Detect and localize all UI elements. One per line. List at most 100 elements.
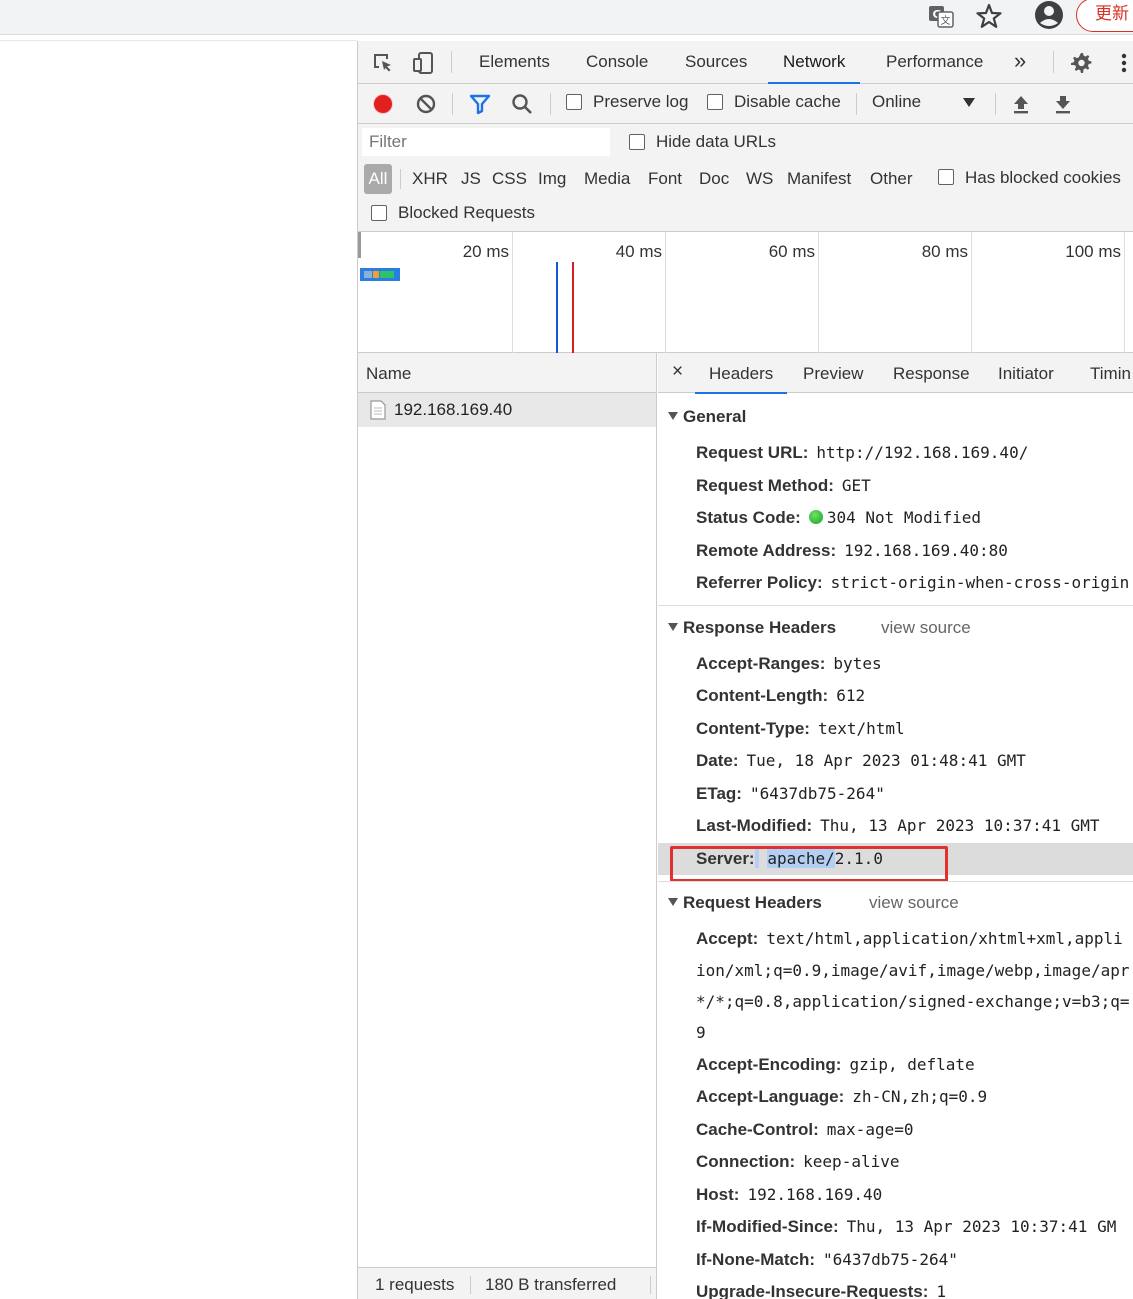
tick-label: 40 ms: [615, 242, 662, 261]
timeline-overview[interactable]: 20 ms 40 ms 60 ms 80 ms 100 ms: [358, 232, 1133, 353]
preserve-log-label: Preserve log: [593, 92, 689, 111]
tab-performance[interactable]: Performance: [886, 41, 983, 83]
header-row: Request Method: GET: [696, 476, 871, 495]
request-headers-section-toggle[interactable]: Request Headers: [668, 893, 822, 913]
toolbar-divider: [451, 51, 452, 73]
header-row: Content-Length: 612: [696, 686, 866, 705]
tab-preview[interactable]: Preview: [803, 353, 863, 393]
toolbar-divider: [550, 93, 551, 115]
tick-label: 80 ms: [921, 242, 968, 261]
toolbar-divider: [995, 93, 996, 115]
document-icon: [370, 400, 386, 420]
network-toolbar: Preserve log Disable cache Online: [358, 84, 1133, 124]
chevron-down-icon[interactable]: [963, 98, 975, 108]
inspect-element-icon[interactable]: [371, 51, 395, 75]
header-row: Upgrade-Insecure-Requests: 1: [696, 1282, 947, 1299]
tick-line: [512, 232, 513, 353]
general-section-toggle[interactable]: General: [668, 407, 746, 427]
import-har-icon[interactable]: [1011, 93, 1031, 115]
header-row: ETag: "6437db75-264": [696, 784, 885, 803]
view-source-link[interactable]: view source: [869, 893, 959, 913]
type-filter-ws[interactable]: WS: [746, 164, 773, 194]
close-details-button[interactable]: ×: [672, 353, 683, 393]
has-blocked-cookies-checkbox[interactable]: [938, 169, 954, 185]
throttling-select[interactable]: Online: [872, 92, 921, 112]
header-row: Request URL: http://192.168.169.40/: [696, 443, 1029, 462]
type-filter-font[interactable]: Font: [648, 164, 682, 194]
update-button[interactable]: 更新: [1076, 0, 1133, 32]
overview-handle[interactable]: [358, 232, 361, 258]
header-row: Accept-Encoding: gzip, deflate: [696, 1055, 975, 1074]
device-toolbar-icon[interactable]: [412, 51, 436, 75]
browser-toolbar: G 文 更新: [0, 0, 1133, 35]
search-icon[interactable]: [511, 93, 533, 115]
header-row: Referrer Policy: strict-origin-when-cross…: [696, 573, 1130, 592]
filter-bar: Hide data URLs All XHR JS CSS Img Media …: [358, 124, 1133, 232]
more-tabs-button[interactable]: »: [1014, 41, 1026, 82]
header-row: Cache-Control: max-age=0: [696, 1120, 914, 1139]
toolbar-divider: [400, 169, 401, 189]
request-name: 192.168.169.40: [394, 400, 513, 419]
request-count: 1 requests: [375, 1275, 455, 1294]
header-row: Last-Modified: Thu, 13 Apr 2023 10:37:41 …: [696, 816, 1100, 835]
blocked-requests-label: Blocked Requests: [398, 203, 536, 222]
type-filter-doc[interactable]: Doc: [699, 164, 729, 194]
type-filter-all[interactable]: All: [364, 164, 392, 194]
type-filter-other[interactable]: Other: [870, 164, 913, 194]
header-row: If-Modified-Since: Thu, 13 Apr 2023 10:37…: [696, 1217, 1117, 1236]
tab-timing[interactable]: Timin: [1090, 353, 1131, 393]
header-row: Connection: keep-alive: [696, 1152, 900, 1171]
summary-bar: 1 requests 180 B transferred: [358, 1267, 656, 1299]
filter-input[interactable]: [362, 128, 610, 156]
blocked-requests-checkbox[interactable]: [371, 205, 387, 221]
tab-elements[interactable]: Elements: [479, 41, 550, 83]
name-column-header[interactable]: Name: [358, 353, 656, 393]
star-icon[interactable]: [976, 3, 1002, 29]
tab-console[interactable]: Console: [586, 41, 648, 83]
tab-network[interactable]: Network: [767, 41, 861, 84]
translate-icon[interactable]: G 文: [928, 4, 954, 28]
page-divider: [0, 40, 357, 41]
section-divider: [658, 881, 1133, 882]
preserve-log-checkbox[interactable]: [566, 94, 582, 110]
tab-initiator[interactable]: Initiator: [998, 353, 1054, 393]
tab-headers[interactable]: Headers: [694, 353, 788, 394]
type-filter-js[interactable]: JS: [461, 164, 481, 194]
disable-cache-checkbox[interactable]: [707, 94, 723, 110]
hide-data-urls-checkbox[interactable]: [629, 134, 645, 150]
devtools-panel: Elements Console Sources Network Perform…: [357, 41, 1133, 1299]
tick-label: 100 ms: [1065, 242, 1121, 261]
header-value-continuation: ion/xml;q=0.9,image/avif,image/webp,imag…: [696, 961, 1130, 980]
type-filter-xhr[interactable]: XHR: [412, 164, 448, 194]
toolbar-divider: [452, 93, 453, 115]
tick-line: [665, 232, 666, 353]
header-row: Accept-Language: zh-CN,zh;q=0.9: [696, 1087, 988, 1106]
filter-icon[interactable]: [469, 93, 491, 115]
type-filter-manifest[interactable]: Manifest: [787, 164, 851, 194]
type-filter-css[interactable]: CSS: [492, 164, 527, 194]
response-headers-section-toggle[interactable]: Response Headers: [668, 618, 836, 638]
has-blocked-cookies-label: Has blocked cookies: [965, 168, 1121, 187]
gear-icon[interactable]: [1069, 51, 1093, 75]
record-icon[interactable]: [372, 93, 394, 115]
detail-tabs: × Headers Preview Response Initiator Tim…: [658, 353, 1133, 394]
type-filter-media[interactable]: Media: [584, 164, 630, 194]
clear-icon[interactable]: [415, 93, 437, 115]
header-row: If-None-Match: "6437db75-264": [696, 1250, 958, 1269]
page-content: [0, 36, 357, 1299]
triangle-down-icon: [668, 898, 678, 906]
export-har-icon[interactable]: [1053, 93, 1073, 115]
type-filter-img[interactable]: Img: [538, 164, 566, 194]
tab-sources[interactable]: Sources: [685, 41, 747, 83]
profile-icon[interactable]: [1034, 0, 1064, 30]
header-row: Date: Tue, 18 Apr 2023 01:48:41 GMT: [696, 751, 1026, 770]
header-row: Accept-Ranges: bytes: [696, 654, 882, 673]
tick-label: 20 ms: [462, 242, 509, 261]
table-row[interactable]: 192.168.169.40: [358, 393, 656, 427]
more-options-icon[interactable]: [1112, 51, 1133, 75]
tab-response[interactable]: Response: [893, 353, 970, 393]
tick-line: [818, 232, 819, 353]
toolbar-divider: [1053, 51, 1054, 73]
view-source-link[interactable]: view source: [881, 618, 971, 638]
request-bar: [360, 268, 400, 281]
